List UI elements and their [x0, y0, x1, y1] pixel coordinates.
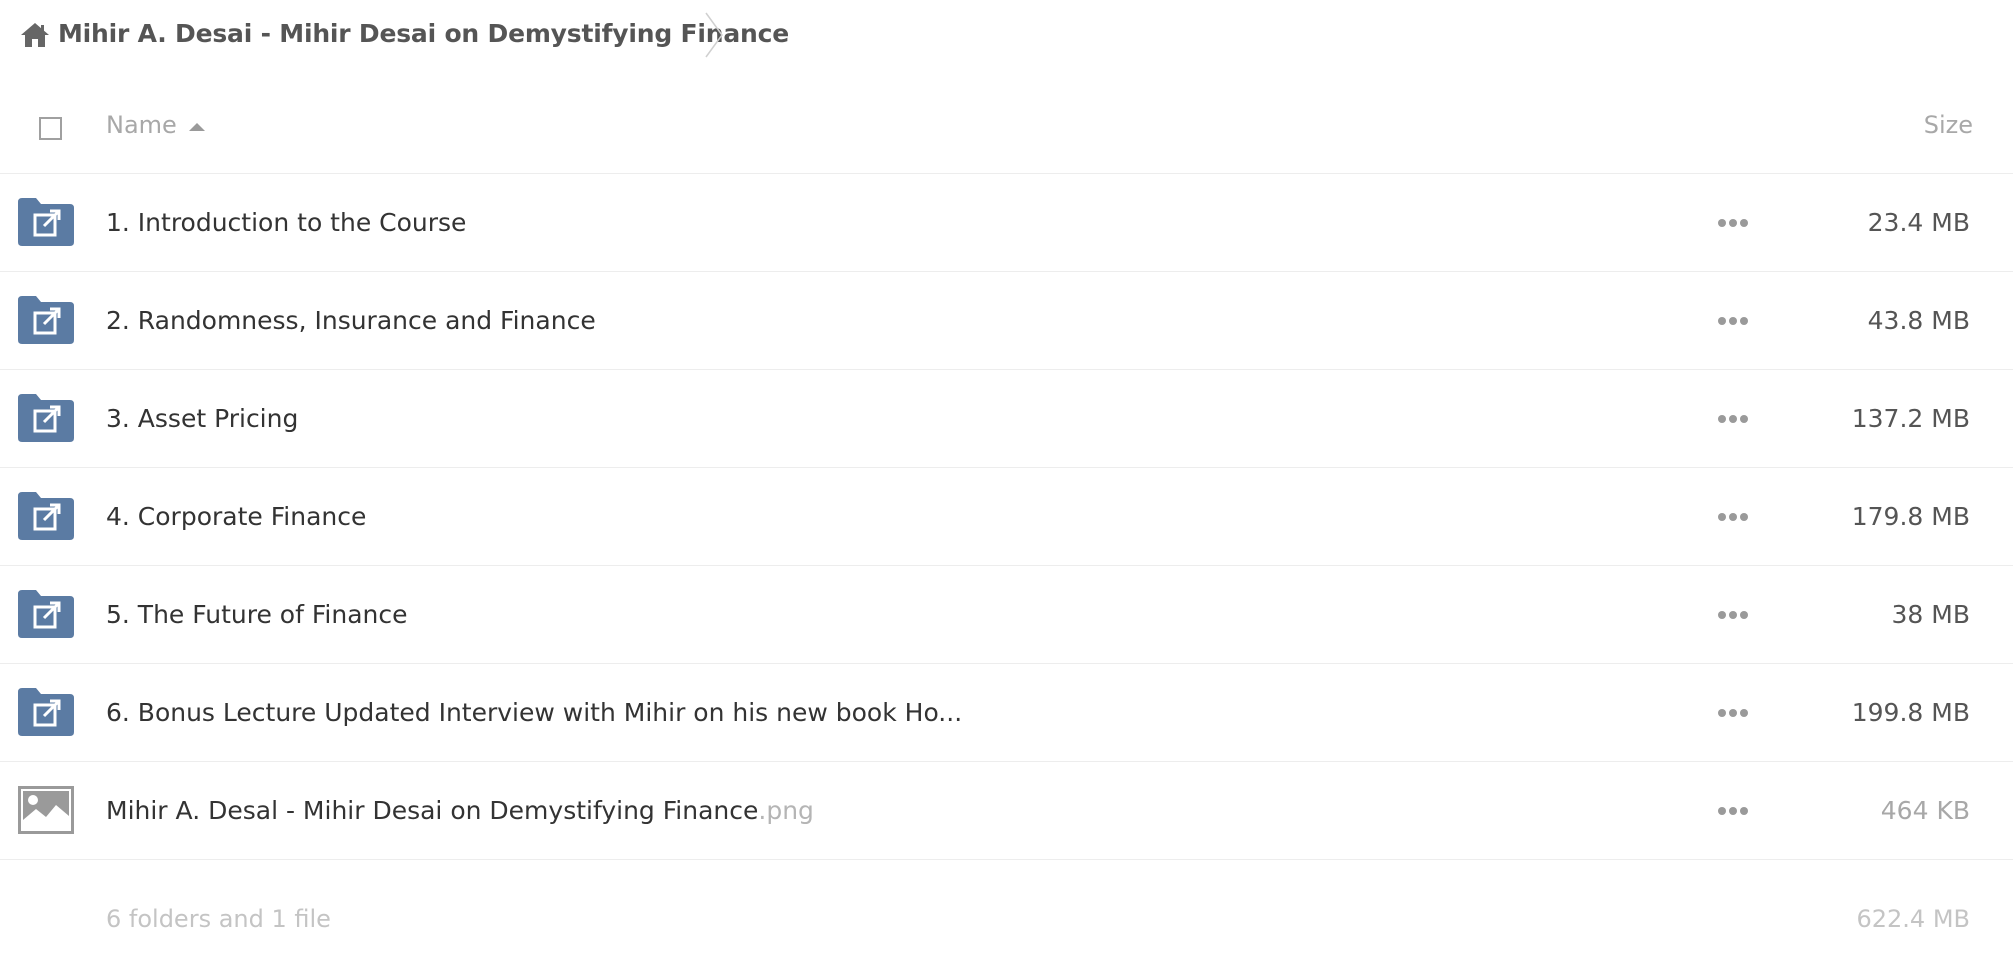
file-extension: .png [758, 796, 814, 825]
file-row[interactable]: 2. Randomness, Insurance and Finance 43.… [0, 272, 2013, 370]
file-name[interactable]: Mihir A. Desal - Mihir Desai on Demystif… [106, 796, 814, 825]
more-actions-icon[interactable] [1718, 414, 1748, 424]
file-row[interactable]: 1. Introduction to the Course 23.4 MB [0, 174, 2013, 272]
file-size: 43.8 MB [1867, 306, 1970, 335]
file-row[interactable]: 3. Asset Pricing 137.2 MB [0, 370, 2013, 468]
file-name[interactable]: 3. Asset Pricing [106, 404, 298, 433]
shared-folder-icon [18, 296, 74, 344]
more-actions-icon[interactable] [1718, 610, 1748, 620]
file-size: 179.8 MB [1851, 502, 1970, 531]
breadcrumb-current-folder[interactable]: Mihir A. Desai - Mihir Desai on Demystif… [58, 19, 789, 48]
file-name[interactable]: 1. Introduction to the Course [106, 208, 466, 237]
more-actions-icon[interactable] [1718, 708, 1748, 718]
shared-folder-icon [18, 198, 74, 246]
file-list: 1. Introduction to the Course 23.4 MB 2.… [0, 174, 2013, 860]
size-column-header[interactable]: Size [1924, 111, 1973, 139]
more-actions-icon[interactable] [1718, 316, 1748, 326]
file-size: 137.2 MB [1851, 404, 1970, 433]
more-actions-icon[interactable] [1718, 806, 1748, 816]
file-row[interactable]: 6. Bonus Lecture Updated Interview with … [0, 664, 2013, 762]
file-list-header: Name Size [0, 90, 2013, 174]
file-row[interactable]: 5. The Future of Finance 38 MB [0, 566, 2013, 664]
home-icon[interactable] [20, 22, 50, 48]
file-size: 23.4 MB [1867, 208, 1970, 237]
file-row[interactable]: 4. Corporate Finance 179.8 MB [0, 468, 2013, 566]
file-size: 199.8 MB [1851, 698, 1970, 727]
more-actions-icon[interactable] [1718, 512, 1748, 522]
sort-ascending-icon[interactable] [189, 123, 205, 131]
name-column-header[interactable]: Name [106, 111, 177, 139]
folder-summary: 6 folders and 1 file 622.4 MB [0, 880, 2013, 962]
select-all-checkbox[interactable] [39, 117, 62, 140]
file-name[interactable]: 6. Bonus Lecture Updated Interview with … [106, 698, 962, 727]
shared-folder-icon [18, 590, 74, 638]
shared-folder-icon [18, 492, 74, 540]
total-size: 622.4 MB [1856, 905, 1970, 933]
item-count-summary: 6 folders and 1 file [106, 905, 331, 933]
shared-folder-icon [18, 688, 74, 736]
shared-folder-icon [18, 394, 74, 442]
file-name[interactable]: 5. The Future of Finance [106, 600, 408, 629]
file-name[interactable]: 2. Randomness, Insurance and Finance [106, 306, 596, 335]
file-row[interactable]: Mihir A. Desal - Mihir Desai on Demystif… [0, 762, 2013, 860]
breadcrumb-separator-icon [705, 12, 723, 58]
more-actions-icon[interactable] [1718, 218, 1748, 228]
file-size: 38 MB [1891, 600, 1970, 629]
file-name[interactable]: 4. Corporate Finance [106, 502, 366, 531]
image-file-icon [18, 786, 74, 834]
file-size: 464 KB [1880, 796, 1970, 825]
